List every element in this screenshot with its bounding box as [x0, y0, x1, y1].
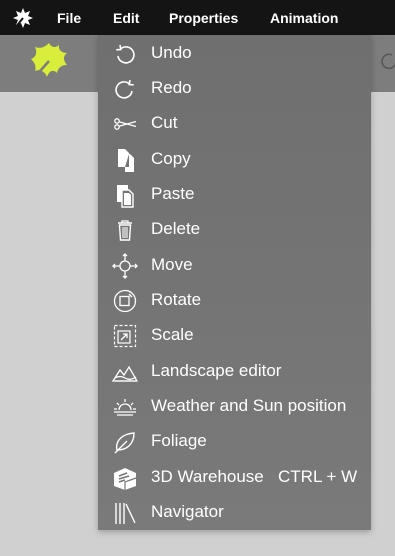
undo-icon	[112, 41, 138, 67]
scissors-icon	[112, 111, 138, 137]
landscape-icon	[112, 359, 138, 385]
menu-item-foliage[interactable]: Foliage	[98, 424, 371, 459]
menu-item-move[interactable]: Move	[98, 248, 371, 283]
redo-icon	[112, 76, 138, 102]
menu-properties[interactable]: Properties	[169, 0, 238, 35]
sunrise-icon	[112, 394, 138, 420]
menu-item-landscape-editor[interactable]: Landscape editor	[98, 354, 371, 389]
menu-item-rotate[interactable]: Rotate	[98, 283, 371, 318]
redo-toolbar-icon[interactable]	[378, 50, 395, 72]
copy-icon	[112, 147, 138, 173]
menu-item-scale[interactable]: Scale	[98, 318, 371, 353]
menu-edit[interactable]: Edit	[113, 0, 139, 35]
menu-item-weather-sun[interactable]: Weather and Sun position	[98, 389, 371, 424]
menu-item-delete[interactable]: Delete	[98, 212, 371, 247]
menu-file[interactable]: File	[57, 0, 81, 35]
leaf-icon	[112, 429, 138, 455]
menu-item-redo[interactable]: Redo	[98, 71, 371, 106]
menu-bar: File Edit Properties Animation	[0, 0, 395, 35]
menu-item-navigator[interactable]: Navigator	[98, 495, 371, 530]
trash-icon	[112, 217, 138, 243]
edit-menu-dropdown: Undo Redo Cut Copy Paste Delete Move Rot…	[98, 35, 371, 530]
menu-item-undo[interactable]: Undo	[98, 36, 371, 71]
yellow-leaf-icon	[31, 43, 67, 80]
move-icon	[112, 253, 138, 279]
shortcut-ctrl-w: CTRL + W	[278, 467, 358, 486]
rotate-icon	[112, 288, 138, 314]
menu-item-paste[interactable]: Paste	[98, 177, 371, 212]
navigator-icon	[112, 500, 138, 526]
menu-animation[interactable]: Animation	[270, 0, 338, 35]
menu-item-copy[interactable]: Copy	[98, 142, 371, 177]
paste-icon	[112, 182, 138, 208]
scale-icon	[112, 323, 138, 349]
warehouse-icon	[112, 465, 138, 491]
menu-item-3d-warehouse[interactable]: 3D Warehouse CTRL + W	[98, 460, 371, 495]
app-leaf-icon[interactable]	[11, 6, 35, 30]
menu-item-cut[interactable]: Cut	[98, 106, 371, 141]
